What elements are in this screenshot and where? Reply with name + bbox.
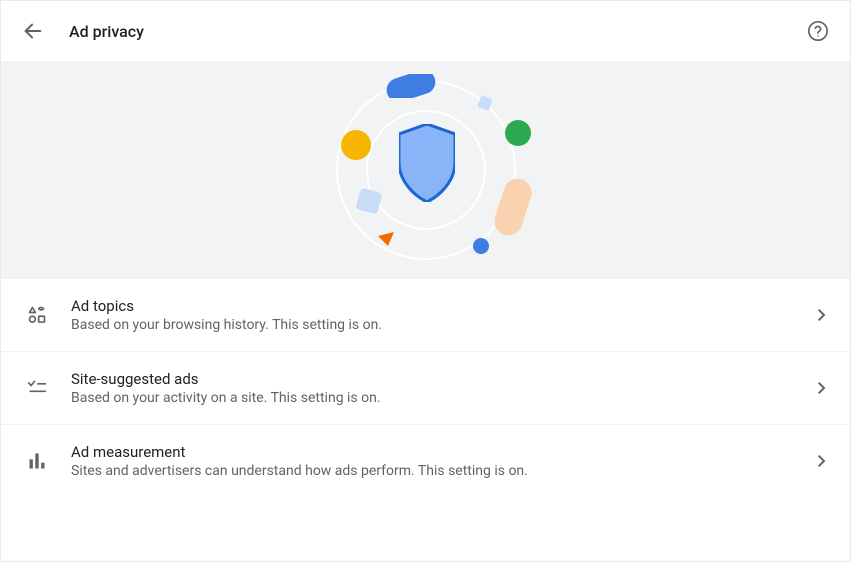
ad-topics-row[interactable]: Ad topics Based on your browsing history… bbox=[1, 279, 850, 352]
ad-measurement-title: Ad measurement bbox=[71, 443, 818, 461]
chevron-right-icon bbox=[818, 379, 826, 398]
ad-measurement-subtitle: Sites and advertisers can understand how… bbox=[71, 463, 818, 479]
ad-topics-text: Ad topics Based on your browsing history… bbox=[71, 297, 818, 333]
ad-topics-icon bbox=[25, 303, 49, 327]
arrow-left-icon bbox=[22, 20, 44, 42]
ad-topics-subtitle: Based on your browsing history. This set… bbox=[71, 317, 818, 333]
chevron-right-icon bbox=[818, 452, 826, 471]
ad-topics-title: Ad topics bbox=[71, 297, 818, 315]
chevron-right-icon bbox=[818, 306, 826, 325]
hero-illustration bbox=[1, 61, 850, 279]
ad-measurement-text: Ad measurement Sites and advertisers can… bbox=[71, 443, 818, 479]
ad-measurement-row[interactable]: Ad measurement Sites and advertisers can… bbox=[1, 425, 850, 497]
shield-icon bbox=[399, 124, 455, 202]
decor-pill-peach bbox=[493, 178, 533, 236]
back-button[interactable] bbox=[21, 19, 45, 43]
ad-measurement-icon bbox=[25, 449, 49, 473]
page-title: Ad privacy bbox=[69, 22, 782, 41]
decor-square-light2 bbox=[356, 188, 382, 214]
header: Ad privacy bbox=[1, 1, 850, 61]
site-suggested-ads-row[interactable]: Site-suggested ads Based on your activit… bbox=[1, 352, 850, 425]
decor-circle-blue-small bbox=[473, 238, 489, 254]
help-button[interactable] bbox=[806, 19, 830, 43]
help-icon bbox=[807, 20, 829, 42]
site-suggested-ads-text: Site-suggested ads Based on your activit… bbox=[71, 370, 818, 406]
decor-pill-blue bbox=[386, 74, 436, 98]
site-suggested-ads-title: Site-suggested ads bbox=[71, 370, 818, 388]
decor-circle-green bbox=[505, 120, 531, 146]
decor-triangle-orange bbox=[376, 230, 396, 248]
shield-illustration-wrapper bbox=[321, 70, 531, 270]
decor-square-light bbox=[477, 95, 493, 111]
page-container: Ad privacy bbox=[0, 0, 851, 562]
site-suggested-ads-subtitle: Based on your activity on a site. This s… bbox=[71, 390, 818, 406]
decor-circle-yellow bbox=[341, 130, 371, 160]
site-suggested-ads-icon bbox=[25, 376, 49, 400]
